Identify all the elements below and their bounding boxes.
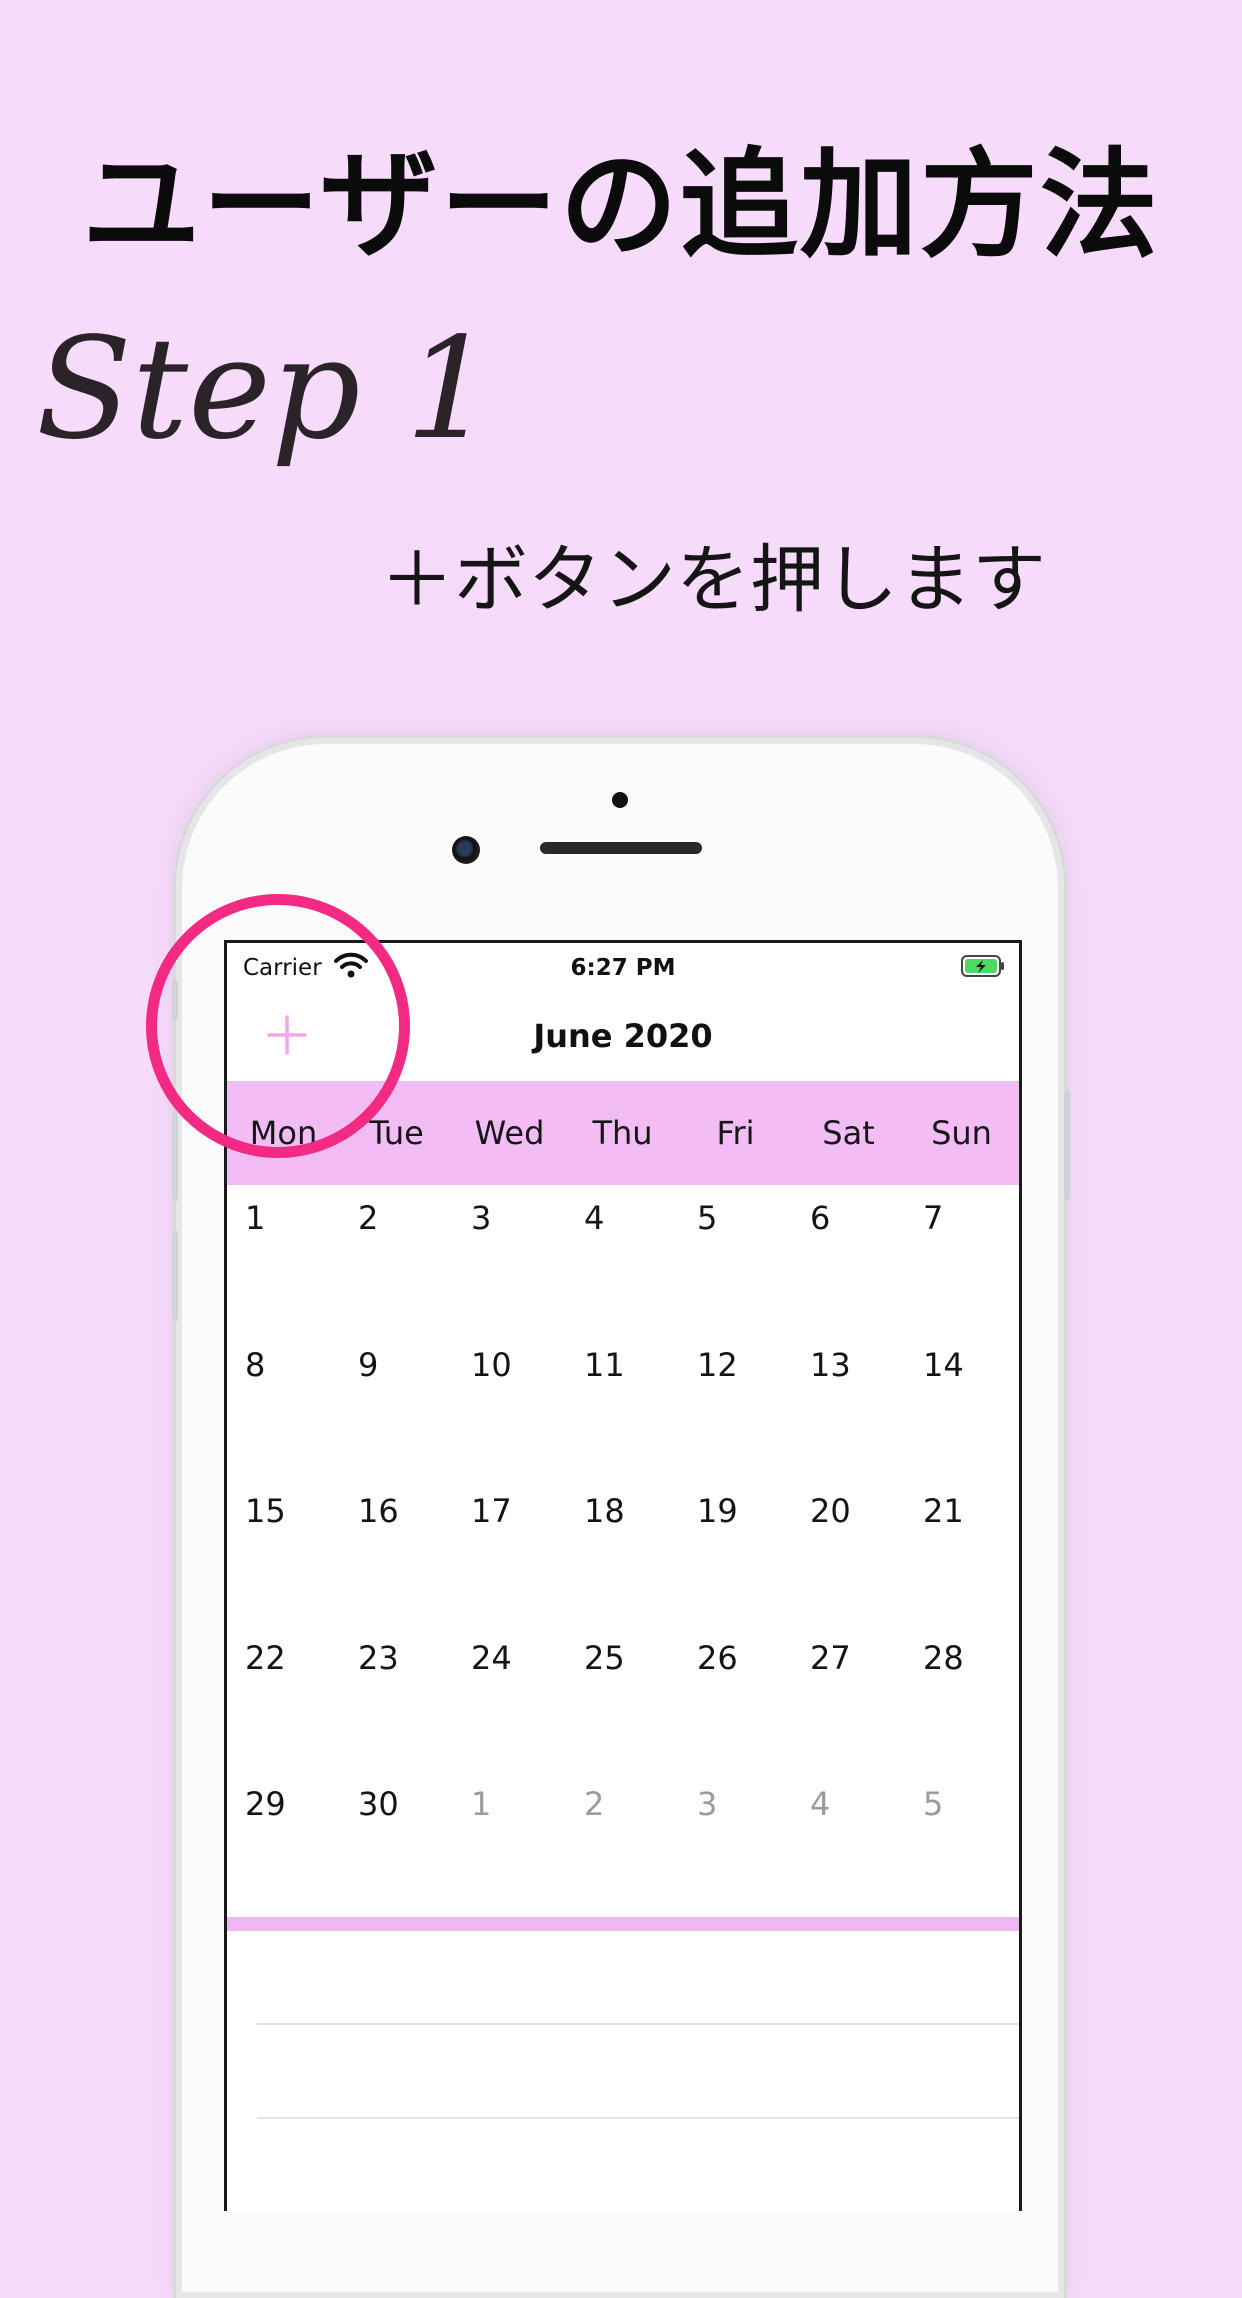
list-item[interactable] bbox=[257, 1931, 1019, 2025]
calendar-day[interactable]: 15 bbox=[227, 1478, 340, 1625]
list-item[interactable] bbox=[257, 2025, 1019, 2119]
step-title: Step 1 bbox=[36, 308, 495, 471]
calendar-day[interactable]: 12 bbox=[679, 1332, 792, 1479]
calendar-day[interactable]: 11 bbox=[566, 1332, 679, 1479]
calendar-day[interactable]: 23 bbox=[340, 1625, 453, 1772]
status-time: 6:27 PM bbox=[570, 955, 676, 981]
weekday-fri: Fri bbox=[716, 1114, 755, 1152]
month-title: June 2020 bbox=[533, 1017, 713, 1055]
headline: ユーザーの追加方法 bbox=[82, 136, 1160, 274]
calendar-day[interactable]: 8 bbox=[227, 1332, 340, 1479]
weekday-sat: Sat bbox=[822, 1114, 875, 1152]
calendar-day[interactable]: 2 bbox=[340, 1185, 453, 1332]
instruction-text: ＋ボタンを押します bbox=[380, 537, 1046, 623]
calendar-day[interactable]: 28 bbox=[905, 1625, 1018, 1772]
calendar-day-next-month[interactable]: 3 bbox=[679, 1771, 792, 1918]
calendar-day[interactable]: 20 bbox=[792, 1478, 905, 1625]
calendar-day[interactable]: 7 bbox=[905, 1185, 1018, 1332]
calendar-day[interactable]: 21 bbox=[905, 1478, 1018, 1625]
calendar-day-next-month[interactable]: 5 bbox=[905, 1771, 1018, 1918]
earpiece-speaker bbox=[540, 842, 702, 854]
phone-mute-switch bbox=[172, 980, 178, 1020]
list-item[interactable] bbox=[257, 2119, 1019, 2211]
weekday-thu: Thu bbox=[592, 1114, 653, 1152]
calendar-day[interactable]: 26 bbox=[679, 1625, 792, 1772]
calendar-day-next-month[interactable]: 1 bbox=[453, 1771, 566, 1918]
app-screen: Carrier 6:27 PM June 2020 Mon Tue Wed Th… bbox=[224, 940, 1022, 2211]
calendar-day[interactable]: 19 bbox=[679, 1478, 792, 1625]
navigation-bar: June 2020 bbox=[227, 989, 1019, 1082]
calendar-day[interactable]: 16 bbox=[340, 1478, 453, 1625]
phone-power-button bbox=[1064, 1090, 1070, 1200]
weekday-wed: Wed bbox=[474, 1114, 545, 1152]
calendar-day[interactable]: 6 bbox=[792, 1185, 905, 1332]
phone-volume-up-button bbox=[172, 1110, 178, 1202]
status-bar: Carrier 6:27 PM bbox=[227, 943, 1019, 989]
calendar-day[interactable]: 10 bbox=[453, 1332, 566, 1479]
weekday-header: Mon Tue Wed Thu Fri Sat Sun bbox=[227, 1081, 1019, 1185]
calendar-day[interactable]: 27 bbox=[792, 1625, 905, 1772]
calendar-day[interactable]: 18 bbox=[566, 1478, 679, 1625]
calendar-day-next-month[interactable]: 4 bbox=[792, 1771, 905, 1918]
calendar-day[interactable]: 9 bbox=[340, 1332, 453, 1479]
calendar-day[interactable]: 5 bbox=[679, 1185, 792, 1332]
calendar-day[interactable]: 22 bbox=[227, 1625, 340, 1772]
calendar-grid: 1 2 3 4 5 6 7 8 9 10 11 12 13 14 15 16 1… bbox=[227, 1185, 1019, 1918]
weekday-sun: Sun bbox=[931, 1114, 992, 1152]
calendar-day[interactable]: 4 bbox=[566, 1185, 679, 1332]
calendar-day[interactable]: 29 bbox=[227, 1771, 340, 1918]
calendar-day[interactable]: 14 bbox=[905, 1332, 1018, 1479]
battery-icon bbox=[961, 955, 1004, 977]
calendar-day[interactable]: 17 bbox=[453, 1478, 566, 1625]
proximity-sensor bbox=[612, 792, 628, 808]
calendar-day-next-month[interactable]: 2 bbox=[566, 1771, 679, 1918]
weekday-mon: Mon bbox=[249, 1114, 318, 1152]
calendar-day[interactable]: 25 bbox=[566, 1625, 679, 1772]
phone-volume-down-button bbox=[172, 1230, 178, 1322]
calendar-day[interactable]: 24 bbox=[453, 1625, 566, 1772]
calendar-day[interactable]: 3 bbox=[453, 1185, 566, 1332]
calendar-day[interactable]: 13 bbox=[792, 1332, 905, 1479]
front-camera bbox=[452, 836, 480, 864]
calendar-day[interactable]: 30 bbox=[340, 1771, 453, 1918]
calendar-divider bbox=[227, 1917, 1019, 1931]
weekday-tue: Tue bbox=[369, 1114, 424, 1152]
calendar-day[interactable]: 1 bbox=[227, 1185, 340, 1332]
